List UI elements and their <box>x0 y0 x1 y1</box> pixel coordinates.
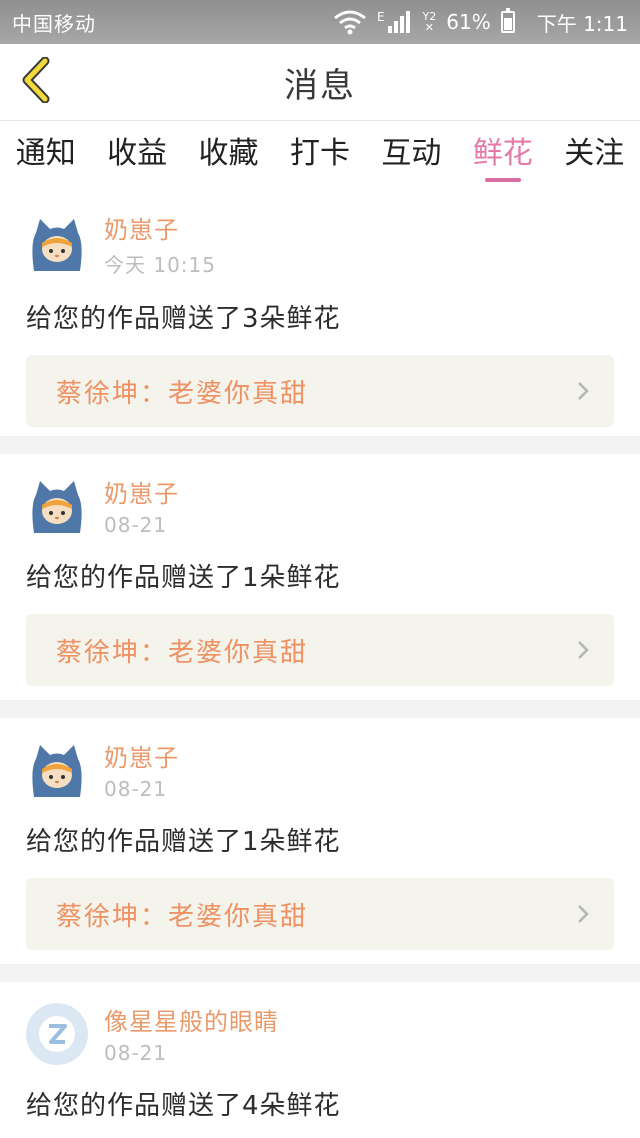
chevron-right-icon <box>574 638 592 662</box>
username[interactable]: 像星星般的眼睛 <box>104 1002 279 1037</box>
avatar[interactable] <box>26 738 88 801</box>
tab-bar: 通知 收益 收藏 打卡 互动 鲜花 关注 <box>0 121 640 181</box>
network-type-label: E <box>376 10 385 24</box>
wifi-icon <box>333 9 367 35</box>
cat-hood-avatar-icon <box>32 744 82 797</box>
timestamp: 08-21 <box>104 513 168 537</box>
status-icons: E Y2 ✕ 61% 下午 1:11 <box>333 8 628 37</box>
avatar[interactable] <box>26 474 88 537</box>
list-item: 奶崽子 今天 10:15 给您的作品赠送了3朵鲜花 蔡徐坤：老婆你真甜 <box>0 190 640 454</box>
timestamp: 08-21 <box>104 777 168 801</box>
carrier-label: 中国移动 <box>12 11 96 36</box>
message-meta: 奶崽子 今天 10:15 <box>104 210 216 278</box>
sim-status-icon: Y2 ✕ <box>422 10 437 34</box>
battery-percent: 61% <box>446 10 491 34</box>
username[interactable]: 奶崽子 <box>104 474 179 509</box>
avatar[interactable] <box>26 1002 88 1065</box>
tab-checkin[interactable]: 打卡 <box>286 120 354 182</box>
battery-icon <box>500 8 515 33</box>
clock: 下午 1:11 <box>536 11 628 36</box>
message-meta: 像星星般的眼睛 08-21 <box>104 1002 279 1065</box>
work-link[interactable]: 蔡徐坤：老婆你真甜 <box>26 614 614 686</box>
username[interactable]: 奶崽子 <box>104 738 179 773</box>
username[interactable]: 奶崽子 <box>104 210 216 245</box>
message-header: 像星星般的眼睛 08-21 <box>26 1002 614 1065</box>
default-avatar-icon <box>27 1003 87 1064</box>
timestamp: 08-21 <box>104 1041 168 1065</box>
tab-notifications[interactable]: 通知 <box>12 120 80 182</box>
work-link[interactable]: 蔡徐坤：老婆你真甜 <box>26 878 614 950</box>
message-list: 奶崽子 今天 10:15 给您的作品赠送了3朵鲜花 蔡徐坤：老婆你真甜 奶崽子 … <box>0 190 640 1138</box>
cat-hood-avatar-icon <box>32 219 82 271</box>
message-text: 给您的作品赠送了1朵鲜花 <box>26 827 341 857</box>
header: 消息 <box>0 44 640 121</box>
chevron-left-icon <box>19 56 53 107</box>
signal-icon: E <box>377 10 413 34</box>
message-header: 奶崽子 08-21 <box>26 738 614 801</box>
tab-earnings[interactable]: 收益 <box>103 120 171 182</box>
status-bar: 中国移动 E Y2 ✕ 61% 下午 1:11 <box>0 0 640 44</box>
list-item: 奶崽子 08-21 给您的作品赠送了1朵鲜花 蔡徐坤：老婆你真甜 <box>0 454 640 718</box>
message-text: 给您的作品赠送了3朵鲜花 <box>26 304 341 334</box>
chevron-right-icon <box>574 379 592 403</box>
tab-favorites[interactable]: 收藏 <box>195 120 263 182</box>
message-text: 给您的作品赠送了1朵鲜花 <box>26 563 341 593</box>
list-item: 像星星般的眼睛 08-21 给您的作品赠送了4朵鲜花 <box>0 982 640 1138</box>
cat-hood-avatar-icon <box>32 480 82 533</box>
page-title: 消息 <box>284 65 356 106</box>
back-button[interactable] <box>16 56 56 107</box>
avatar[interactable] <box>26 213 88 275</box>
tab-following[interactable]: 关注 <box>560 120 628 182</box>
work-title: 蔡徐坤：老婆你真甜 <box>56 637 309 668</box>
list-item: 奶崽子 08-21 给您的作品赠送了1朵鲜花 蔡徐坤：老婆你真甜 <box>0 718 640 982</box>
message-header: 奶崽子 今天 10:15 <box>26 210 614 278</box>
work-title: 蔡徐坤：老婆你真甜 <box>56 901 309 932</box>
work-title: 蔡徐坤：老婆你真甜 <box>56 378 309 409</box>
message-meta: 奶崽子 08-21 <box>104 738 179 801</box>
message-header: 奶崽子 08-21 <box>26 474 614 537</box>
tab-interactions[interactable]: 互动 <box>377 120 445 182</box>
tab-flowers[interactable]: 鲜花 <box>469 120 537 182</box>
message-meta: 奶崽子 08-21 <box>104 474 179 537</box>
timestamp: 今天 10:15 <box>104 253 216 277</box>
chevron-right-icon <box>574 902 592 926</box>
work-link[interactable]: 蔡徐坤：老婆你真甜 <box>26 355 614 427</box>
message-text: 给您的作品赠送了4朵鲜花 <box>26 1091 341 1121</box>
